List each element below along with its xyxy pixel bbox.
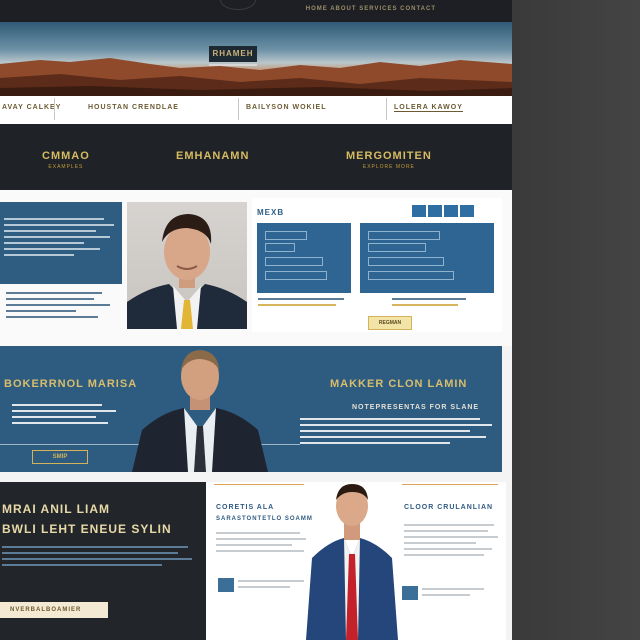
team-title-right: CLOOR CRULANLIAN bbox=[404, 504, 494, 511]
team-left-note bbox=[238, 580, 308, 592]
band-item-1-sub: EXAMPLES bbox=[48, 164, 84, 170]
tile-field[interactable] bbox=[265, 271, 327, 280]
nav-item-1[interactable]: AVAY CALKEY bbox=[2, 104, 61, 111]
band-item-1[interactable]: CMMAO EXAMPLES bbox=[42, 150, 90, 170]
cta-section: MRAI ANIL LIAM BWLI LEHT ENEUE SYLIN NVE… bbox=[0, 482, 206, 640]
logo-mark bbox=[220, 0, 256, 10]
service-tile-2[interactable] bbox=[360, 223, 494, 293]
chart-icon[interactable] bbox=[402, 586, 418, 600]
tile-field[interactable] bbox=[368, 257, 444, 266]
service-tile-1[interactable] bbox=[257, 223, 351, 293]
band-item-3-title: MERGOMITEN bbox=[346, 150, 432, 162]
outer-background bbox=[512, 0, 640, 640]
tile-1-caption bbox=[258, 298, 348, 310]
feature-band: CMMAO EXAMPLES EMHANAMN MERGOMITEN EXPLO… bbox=[0, 124, 512, 190]
top-bar: HOME ABOUT SERVICES CONTACT bbox=[0, 0, 512, 22]
team-rule bbox=[402, 484, 498, 485]
nav-separator bbox=[54, 98, 55, 120]
tile-field[interactable] bbox=[265, 231, 307, 240]
band-item-3-sub: EXPLORE MORE bbox=[362, 164, 415, 170]
portrait-man-image bbox=[127, 214, 247, 329]
hero-title: RHAMEH bbox=[209, 46, 257, 62]
list-icon[interactable] bbox=[428, 205, 442, 217]
tile-field[interactable] bbox=[368, 243, 426, 252]
cta-button[interactable]: NVERBALBOAMIER bbox=[0, 602, 108, 618]
document-icon[interactable] bbox=[218, 578, 234, 592]
promo-subtitle: NOTEPRESENTAS FOR SLANE bbox=[352, 404, 480, 411]
tile-field[interactable] bbox=[265, 257, 323, 266]
team-right-note bbox=[422, 588, 492, 600]
promo-banner: BOKERRNOL MARISA MAKKER CLON LAMIN NOTEP… bbox=[0, 346, 502, 472]
band-item-2-title: EMHANAMN bbox=[176, 150, 250, 162]
team-rule bbox=[214, 484, 304, 485]
info-card-text bbox=[4, 218, 114, 260]
portrait-photo bbox=[127, 202, 247, 329]
cta-text bbox=[2, 546, 192, 570]
tile-field[interactable] bbox=[368, 271, 454, 280]
nav-item-4[interactable]: LOLERA KAWOY bbox=[394, 104, 463, 112]
cta-subtitle: BWLI LEHT ENEUE SYLIN bbox=[2, 522, 172, 536]
promo-right-text bbox=[300, 418, 496, 448]
grid-icon[interactable] bbox=[412, 205, 426, 217]
settings-icon[interactable] bbox=[460, 205, 474, 217]
promo-title-right: MAKKER CLON LAMIN bbox=[330, 378, 468, 390]
info-card[interactable] bbox=[0, 202, 122, 284]
hero-divider bbox=[209, 64, 257, 66]
team-section: CORETIS ALA SARASTONTETLO SOAMM CLOOR CR… bbox=[206, 482, 506, 640]
share-icon[interactable] bbox=[444, 205, 458, 217]
band-item-1-title: CMMAO bbox=[42, 150, 90, 162]
tile-2-caption bbox=[392, 298, 482, 310]
nav-item-2[interactable]: HOUSTAN CRENDLAE bbox=[88, 104, 179, 111]
web-page: HOME ABOUT SERVICES CONTACT RHAMEH AVAY … bbox=[0, 0, 512, 640]
nav-separator bbox=[386, 98, 387, 120]
team-man-image bbox=[306, 484, 398, 640]
promo-man-image bbox=[132, 350, 268, 472]
team-title-left: CORETIS ALA bbox=[216, 504, 275, 511]
promo-left-text bbox=[12, 404, 122, 428]
secondary-nav: AVAY CALKEY HOUSTAN CRENDLAE BAILYSON WO… bbox=[0, 96, 512, 124]
promo-title-left: BOKERRNOL MARISA bbox=[4, 378, 138, 390]
cta-title: MRAI ANIL LIAM bbox=[2, 502, 110, 516]
band-item-3[interactable]: MERGOMITEN EXPLORE MORE bbox=[346, 150, 432, 170]
tile-field[interactable] bbox=[368, 231, 440, 240]
hero-banner: RHAMEH bbox=[0, 22, 512, 96]
top-nav-links[interactable]: HOME ABOUT SERVICES CONTACT bbox=[306, 6, 436, 12]
tile-field[interactable] bbox=[265, 243, 295, 252]
team-right-text bbox=[404, 524, 500, 560]
nav-item-3[interactable]: BAILYSON WOKIEL bbox=[246, 104, 326, 111]
nav-separator bbox=[238, 98, 239, 120]
tag-chip[interactable]: REGMAN bbox=[368, 316, 412, 330]
services-panel-title: MEXB bbox=[257, 208, 285, 217]
promo-button[interactable]: SMIP bbox=[32, 450, 88, 464]
team-left-text bbox=[216, 532, 306, 556]
team-subtitle-left: SARASTONTETLO SOAMM bbox=[216, 516, 313, 522]
band-item-2[interactable]: EMHANAMN bbox=[176, 150, 249, 164]
